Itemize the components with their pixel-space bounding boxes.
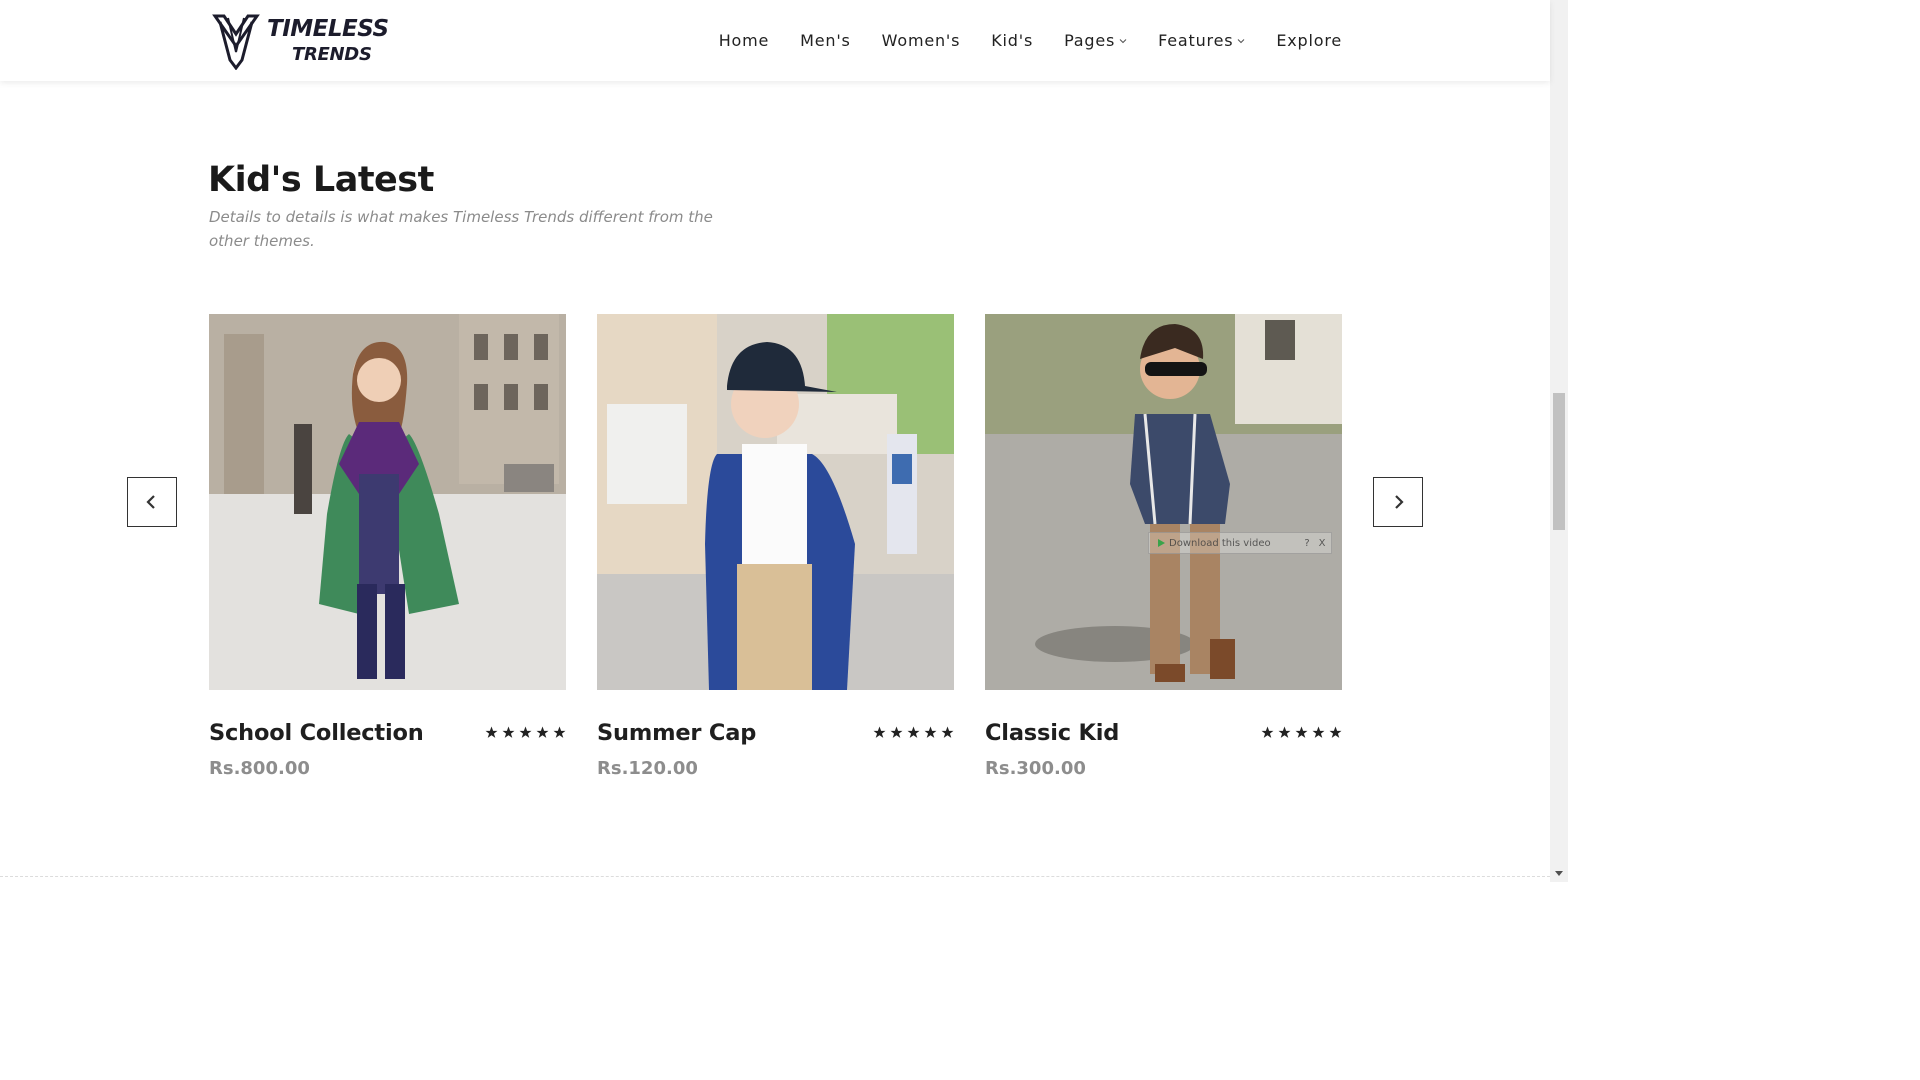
page: TIMELESS TRENDS Home Men's Women's Kid's… bbox=[0, 0, 1568, 882]
product-price: Rs.120.00 bbox=[597, 758, 698, 779]
star-icon bbox=[1278, 726, 1291, 738]
product-card[interactable]: School Collection Rs.800.00 bbox=[209, 314, 566, 779]
product-name[interactable]: Classic Kid bbox=[985, 720, 1119, 746]
carousel-next-button[interactable] bbox=[1373, 477, 1423, 527]
nav-label: Explore bbox=[1276, 31, 1342, 50]
nav-item-features[interactable]: Features bbox=[1158, 31, 1245, 50]
star-icon bbox=[519, 726, 532, 738]
nav-label: Women's bbox=[881, 31, 961, 50]
logo-text-line2: TRENDS bbox=[292, 44, 372, 65]
product-image[interactable]: Download this video ? X bbox=[985, 314, 1342, 690]
logo[interactable]: TIMELESS TRENDS bbox=[212, 12, 412, 70]
product-rating bbox=[869, 726, 954, 739]
chevron-down-icon bbox=[1237, 38, 1245, 43]
star-icon bbox=[502, 726, 515, 738]
product-photo-school-collection bbox=[209, 314, 566, 690]
nav-label: Features bbox=[1158, 31, 1234, 50]
product-price: Rs.300.00 bbox=[985, 758, 1086, 779]
download-video-label[interactable]: Download this video bbox=[1169, 538, 1301, 549]
section-subtitle: Details to details is what makes Timeles… bbox=[209, 208, 713, 250]
overlay-help-button[interactable]: ? bbox=[1301, 538, 1313, 549]
product-photo-classic-kid bbox=[985, 314, 1342, 690]
product-rating bbox=[481, 726, 566, 739]
star-icon bbox=[536, 726, 549, 738]
nav-label: Home bbox=[718, 31, 770, 50]
video-download-overlay[interactable]: Download this video ? X bbox=[1148, 532, 1332, 554]
chevron-right-icon bbox=[1395, 495, 1404, 509]
nav-item-mens[interactable]: Men's bbox=[800, 31, 851, 50]
logo-text-line1: TIMELESS bbox=[267, 16, 389, 42]
nav-item-explore[interactable]: Explore bbox=[1276, 31, 1342, 50]
star-icon bbox=[907, 726, 920, 738]
product-image[interactable] bbox=[597, 314, 954, 690]
product-card[interactable]: Summer Cap Rs.120.00 bbox=[597, 314, 954, 779]
nav-label: Men's bbox=[800, 31, 851, 50]
site-header: TIMELESS TRENDS Home Men's Women's Kid's… bbox=[0, 0, 1550, 81]
nav-item-kids[interactable]: Kid's bbox=[991, 31, 1033, 50]
star-icon bbox=[553, 726, 566, 738]
scroll-down-arrow-icon[interactable] bbox=[1550, 864, 1568, 882]
tuxedo-logo-icon bbox=[212, 14, 260, 70]
nav-label: Kid's bbox=[991, 31, 1034, 50]
product-image[interactable] bbox=[209, 314, 566, 690]
star-icon bbox=[890, 726, 903, 738]
chevron-left-icon bbox=[146, 495, 155, 509]
star-icon bbox=[485, 726, 498, 738]
play-icon bbox=[1158, 539, 1165, 547]
product-photo-summer-cap bbox=[597, 314, 954, 690]
main-nav: Home Men's Women's Kid's Pages Features … bbox=[688, 0, 1342, 81]
nav-label: Pages bbox=[1064, 31, 1116, 50]
page-scrollbar[interactable] bbox=[1550, 0, 1568, 882]
product-card[interactable]: Download this video ? X Classic Kid Rs.3… bbox=[985, 314, 1342, 779]
nav-item-home[interactable]: Home bbox=[719, 31, 769, 50]
nav-item-womens[interactable]: Women's bbox=[882, 31, 961, 50]
star-icon bbox=[1261, 726, 1274, 738]
section-title: Kid's Latest bbox=[208, 160, 434, 200]
overlay-close-button[interactable]: X bbox=[1316, 538, 1328, 549]
scrollbar-thumb[interactable] bbox=[1553, 393, 1565, 530]
section-divider bbox=[0, 876, 1550, 878]
star-icon bbox=[1329, 726, 1342, 738]
chevron-down-icon bbox=[1119, 38, 1127, 43]
product-name[interactable]: Summer Cap bbox=[597, 720, 756, 746]
star-icon bbox=[1312, 726, 1325, 738]
carousel-prev-button[interactable] bbox=[127, 477, 177, 527]
star-icon bbox=[941, 726, 954, 738]
nav-item-pages[interactable]: Pages bbox=[1064, 31, 1127, 50]
product-price: Rs.800.00 bbox=[209, 758, 310, 779]
star-icon bbox=[873, 726, 886, 738]
star-icon bbox=[924, 726, 937, 738]
product-rating bbox=[1257, 726, 1342, 739]
product-name[interactable]: School Collection bbox=[209, 720, 424, 746]
star-icon bbox=[1295, 726, 1308, 738]
